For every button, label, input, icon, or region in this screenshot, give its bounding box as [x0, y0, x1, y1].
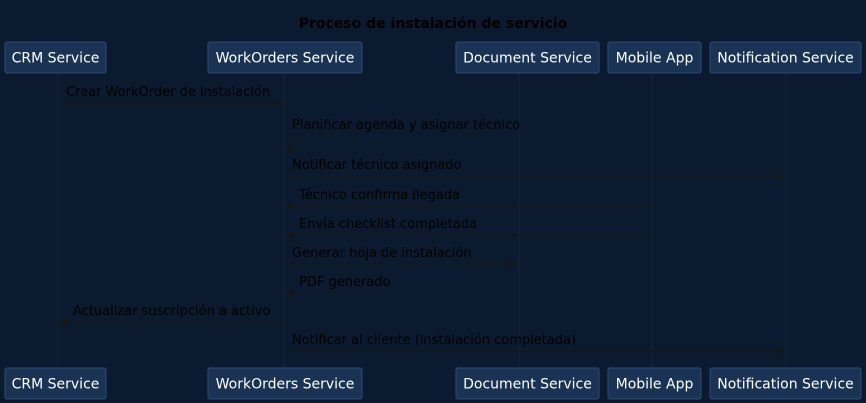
message-label: Notificar técnico asignado — [292, 158, 462, 173]
participant-notif-top: Notification Service — [709, 41, 862, 74]
message-6: Generar hoja de instalación — [284, 246, 518, 268]
participant-label: Mobile App — [616, 377, 694, 393]
arrow-head-icon — [777, 347, 785, 355]
message-label: Notificar al cliente (instalación comple… — [292, 333, 576, 348]
participant-label: Notification Service — [717, 377, 854, 393]
message-3: Notificar técnico asignado — [284, 158, 785, 180]
message-label: Planificar agenda y asignar técnico — [292, 118, 520, 133]
message-9: Notificar al cliente (instalación comple… — [284, 333, 785, 355]
arrow-head-icon — [284, 146, 291, 152]
participant-label: Mobile App — [616, 51, 694, 67]
participant-wo-bottom: WorkOrders Service — [207, 367, 363, 400]
arrow-head-icon — [285, 231, 293, 239]
participant-label: Document Service — [463, 377, 592, 393]
participants-bottom: CRM Service WorkOrders Service Document Se… — [4, 367, 862, 400]
sequence-diagram: Proceso de instalación de servicio Crear… — [4, 16, 862, 400]
message-label: Envía checklist completada — [299, 217, 477, 232]
participant-mob-top: Mobile App — [607, 41, 702, 74]
participant-label: CRM Service — [12, 377, 100, 393]
arrow-head-icon — [777, 172, 785, 180]
arrow-head-icon — [510, 260, 518, 268]
message-label: Crear WorkOrder de instalación — [66, 85, 270, 100]
message-4: Técnico confirma llegada — [285, 188, 652, 210]
participant-label: Notification Service — [717, 51, 854, 67]
message-label: Generar hoja de instalación — [292, 246, 472, 261]
participant-doc-top: Document Service — [455, 41, 600, 74]
participant-label: CRM Service — [12, 51, 100, 67]
participant-wo-top: WorkOrders Service — [207, 41, 363, 74]
arrow-head-icon — [59, 318, 67, 326]
message-1: Crear WorkOrder de instalación — [58, 85, 283, 107]
participant-label: Document Service — [463, 51, 592, 67]
diagram-title: Proceso de instalación de servicio — [299, 16, 568, 32]
messages: Crear WorkOrder de instalación Planificar… — [58, 85, 785, 355]
message-label: Actualizar suscripción a activo — [73, 304, 270, 319]
message-7: PDF generado — [285, 275, 519, 297]
participant-crm-top: CRM Service — [4, 41, 107, 74]
message-label: PDF generado — [299, 275, 391, 290]
participant-label: WorkOrders Service — [216, 377, 355, 393]
message-label: Técnico confirma llegada — [298, 188, 460, 203]
message-2: Planificar agenda y asignar técnico — [284, 118, 520, 152]
message-8: Actualizar suscripción a activo — [59, 304, 284, 326]
participant-mob-bottom: Mobile App — [607, 367, 702, 400]
arrow-head-icon — [275, 99, 283, 107]
participant-notif-bottom: Notification Service — [709, 367, 862, 400]
participants-top: CRM Service WorkOrders Service Document Se… — [4, 41, 862, 74]
participant-crm-bottom: CRM Service — [4, 367, 107, 400]
participant-label: WorkOrders Service — [216, 51, 355, 67]
arrow-head-icon — [285, 202, 293, 210]
arrow-head-icon — [285, 289, 293, 297]
participant-doc-bottom: Document Service — [455, 367, 600, 400]
message-5: Envía checklist completada — [285, 217, 652, 239]
